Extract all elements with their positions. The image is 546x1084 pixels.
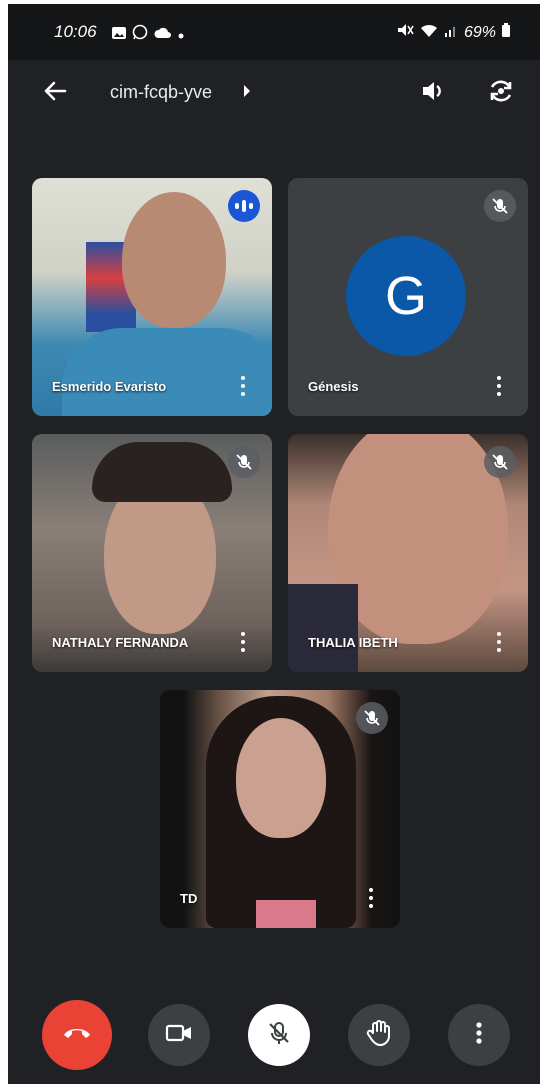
signal-icon	[444, 23, 458, 42]
wifi-icon	[420, 23, 438, 42]
meeting-header: cim-fcqb-yve	[8, 62, 540, 122]
clock: 10:06	[54, 22, 97, 41]
speaker-icon[interactable]	[418, 76, 448, 111]
participant-hair	[92, 442, 232, 502]
more-vert-icon	[476, 1021, 482, 1049]
mic-off-icon	[484, 446, 516, 478]
mic-off-icon	[228, 446, 260, 478]
participant-shirt	[62, 328, 272, 416]
microphone-button[interactable]	[248, 1004, 310, 1066]
participant-tile-2[interactable]: G Génesis	[288, 178, 528, 416]
more-options-icon[interactable]	[238, 374, 248, 398]
participant-video	[122, 192, 226, 328]
participant-video	[236, 718, 326, 838]
back-arrow-icon[interactable]	[40, 76, 70, 106]
gallery-icon	[112, 26, 126, 44]
meeting-code[interactable]: cim-fcqb-yve	[110, 82, 212, 103]
participant-name: Esmerido Evaristo	[52, 379, 167, 394]
more-options-icon[interactable]	[494, 374, 504, 398]
more-options-button[interactable]	[448, 1004, 510, 1066]
mic-off-icon	[356, 702, 388, 734]
participant-name: Génesis	[308, 379, 359, 394]
video-camera-icon	[165, 1023, 193, 1048]
participant-tile-4[interactable]: THALIA IBETH	[288, 434, 528, 672]
participant-tile-5[interactable]: TD	[160, 690, 400, 928]
status-bar: 10:06 69%	[8, 4, 540, 60]
participant-tile-3[interactable]: NATHALY FERNANDA	[32, 434, 272, 672]
raise-hand-icon	[366, 1019, 392, 1052]
raise-hand-button[interactable]	[348, 1004, 410, 1066]
battery-icon	[502, 23, 510, 42]
mic-off-icon	[484, 190, 516, 222]
caret-right-icon[interactable]	[242, 84, 252, 103]
more-options-icon[interactable]	[366, 886, 376, 910]
participant-name: TD	[180, 891, 198, 906]
participant-shirt	[256, 900, 316, 928]
participant-name: NATHALY FERNANDA	[52, 635, 189, 650]
mute-ringer-icon	[396, 22, 414, 43]
more-options-icon[interactable]	[494, 630, 504, 654]
dot-icon	[178, 26, 184, 44]
battery-level: 69%	[463, 23, 496, 41]
meet-screen: 10:06 69% cim-fcqb-yve Esmerido Evaristo…	[8, 4, 540, 1084]
mic-off-icon	[266, 1020, 292, 1051]
avatar: G	[346, 236, 466, 356]
end-call-button[interactable]	[42, 1000, 112, 1070]
whatsapp-icon	[132, 24, 148, 45]
participant-tile-1[interactable]: Esmerido Evaristo	[32, 178, 272, 416]
speaking-indicator-icon	[228, 190, 260, 222]
more-options-icon[interactable]	[238, 630, 248, 654]
cloud-icon	[154, 26, 172, 44]
switch-camera-icon[interactable]	[486, 76, 516, 111]
hang-up-icon	[62, 1025, 92, 1046]
participant-name: THALIA IBETH	[308, 635, 398, 650]
participant-shirt	[288, 584, 358, 672]
camera-button[interactable]	[148, 1004, 210, 1066]
